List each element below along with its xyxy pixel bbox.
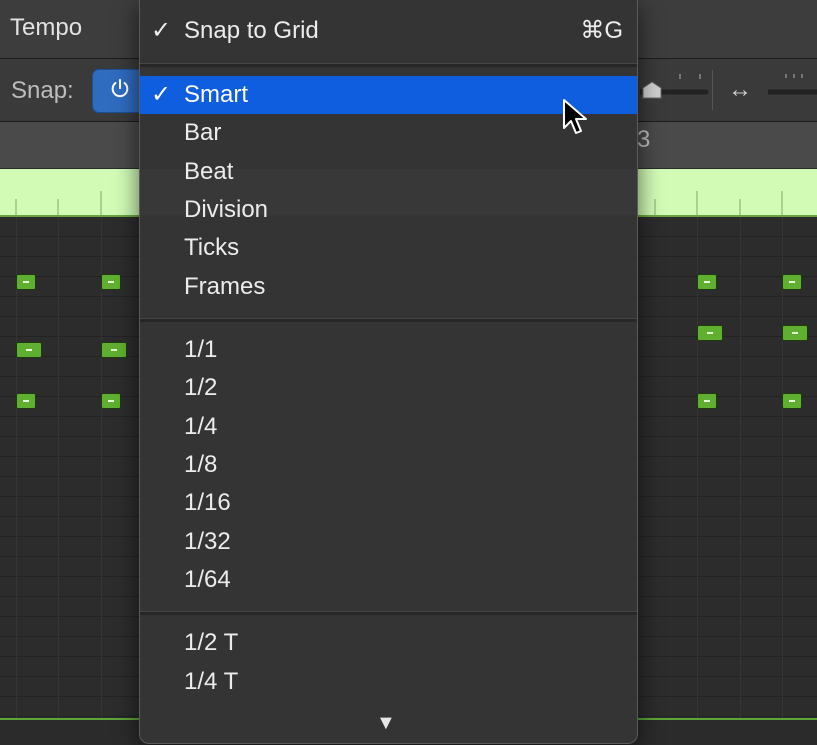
midi-note[interactable]: [16, 274, 36, 290]
menu-item-label: 1/2 T: [184, 629, 239, 656]
menu-item-1-2[interactable]: 1/2: [140, 369, 637, 407]
scroll-down-arrow-icon[interactable]: ▼: [376, 712, 396, 735]
menu-item-label: Division: [184, 196, 269, 223]
menu-item-label: Bar: [184, 119, 222, 146]
menu-item-1-2-triplet[interactable]: 1/2 T: [140, 624, 637, 662]
ruler-bar-number: 3: [637, 126, 651, 153]
midi-note[interactable]: [697, 274, 717, 290]
toolbar-divider: [712, 70, 713, 110]
menu-item-label: 1/2: [184, 374, 218, 401]
menu-item-label: 1/4: [184, 413, 218, 440]
vertical-zoom-slider[interactable]: [640, 70, 710, 110]
midi-note[interactable]: [697, 393, 717, 409]
menu-item-frames[interactable]: Frames: [140, 268, 637, 306]
menu-item-1-4-triplet[interactable]: 1/4 T: [140, 663, 637, 701]
grid-line: [58, 217, 59, 720]
midi-note[interactable]: [101, 393, 121, 409]
menu-item-1-16[interactable]: 1/16: [140, 484, 637, 522]
menu-item-1-4[interactable]: 1/4: [140, 408, 637, 446]
horizontal-zoom-slider[interactable]: [768, 70, 817, 110]
midi-note[interactable]: [101, 342, 127, 358]
menu-item-label: Beat: [184, 158, 234, 185]
grid-line: [740, 217, 741, 720]
menu-item-division[interactable]: Division: [140, 191, 637, 229]
menu-item-1-8[interactable]: 1/8: [140, 446, 637, 484]
grid-line: [697, 217, 698, 720]
checkmark-icon: ✓: [151, 81, 172, 108]
menu-separator: [140, 318, 637, 322]
horizontal-zoom-icon: ↔: [728, 76, 752, 103]
midi-note[interactable]: [697, 325, 723, 341]
menu-item-label: 1/16: [184, 489, 231, 516]
midi-note[interactable]: [101, 274, 121, 290]
midi-note[interactable]: [16, 393, 36, 409]
menu-item-label: 1/64: [184, 566, 231, 593]
menu-item-label: 1/4 T: [184, 668, 239, 695]
menu-item-label: Smart: [184, 81, 249, 108]
menu-item-shortcut: ⌘G: [580, 17, 623, 44]
menu-item-beat[interactable]: Beat: [140, 153, 637, 191]
menu-item-label: 1/32: [184, 528, 231, 555]
grid-line: [101, 217, 102, 720]
grid-line: [782, 217, 783, 720]
menu-separator: [140, 63, 637, 67]
menu-item-ticks[interactable]: Ticks: [140, 229, 637, 267]
menu-item-1-64[interactable]: 1/64: [140, 561, 637, 599]
tempo-label[interactable]: Tempo: [10, 14, 82, 42]
menu-item-snap-to-grid[interactable]: ✓ Snap to Grid ⌘G: [140, 12, 637, 50]
midi-note[interactable]: [782, 393, 802, 409]
menu-item-label: Frames: [184, 273, 266, 300]
snap-label: Snap:: [11, 77, 74, 104]
checkmark-icon: ✓: [151, 17, 172, 44]
midi-note[interactable]: [782, 325, 808, 341]
mouse-pointer-icon: [563, 99, 587, 134]
menu-item-1-32[interactable]: 1/32: [140, 523, 637, 561]
menu-item-label: Snap to Grid: [184, 17, 319, 44]
menu-item-label: 1/8: [184, 451, 218, 478]
midi-note[interactable]: [16, 342, 42, 358]
menu-item-label: 1/1: [184, 336, 218, 363]
grid-line: [16, 217, 17, 720]
menu-separator: [140, 611, 637, 615]
midi-note[interactable]: [782, 274, 802, 290]
power-icon: [111, 78, 129, 98]
menu-item-label: Ticks: [184, 234, 240, 261]
menu-item-1-1[interactable]: 1/1: [140, 331, 637, 369]
